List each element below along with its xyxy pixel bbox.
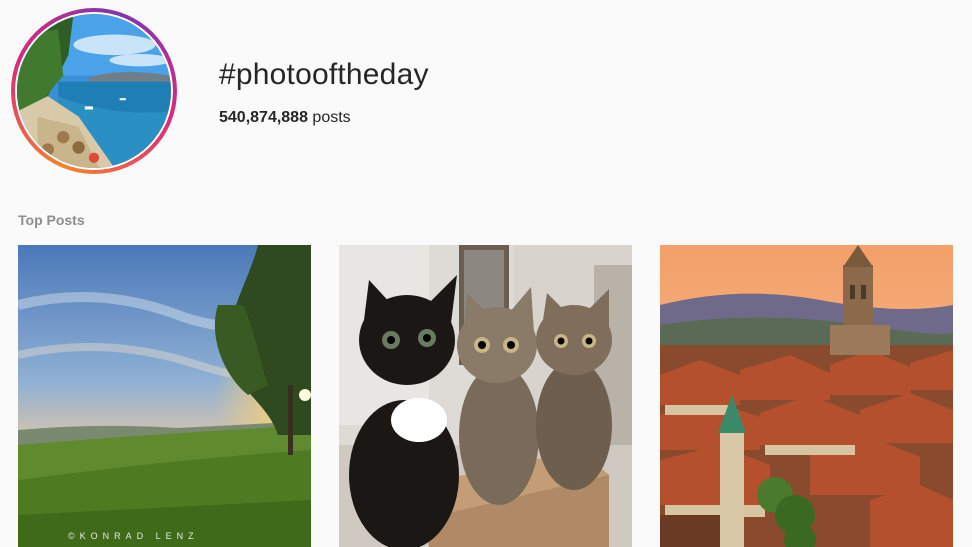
top-post-3[interactable] bbox=[660, 245, 953, 547]
post-2-image bbox=[339, 245, 632, 547]
post-count-number: 540,874,888 bbox=[219, 109, 308, 126]
post-1-image bbox=[18, 245, 311, 547]
top-post-1[interactable]: ©KONRAD LENZ bbox=[18, 245, 311, 547]
post-count-suffix: posts bbox=[307, 109, 351, 126]
hashtag-title: #photooftheday bbox=[219, 58, 429, 91]
top-post-2[interactable] bbox=[339, 245, 632, 547]
post-3-image bbox=[660, 245, 953, 547]
hashtag-avatar bbox=[11, 8, 177, 174]
avatar-beach-image bbox=[17, 14, 171, 168]
post-1-watermark: ©KONRAD LENZ bbox=[68, 531, 199, 541]
post-count: 540,874,888 posts bbox=[219, 108, 351, 128]
top-posts-heading: Top Posts bbox=[18, 212, 85, 228]
